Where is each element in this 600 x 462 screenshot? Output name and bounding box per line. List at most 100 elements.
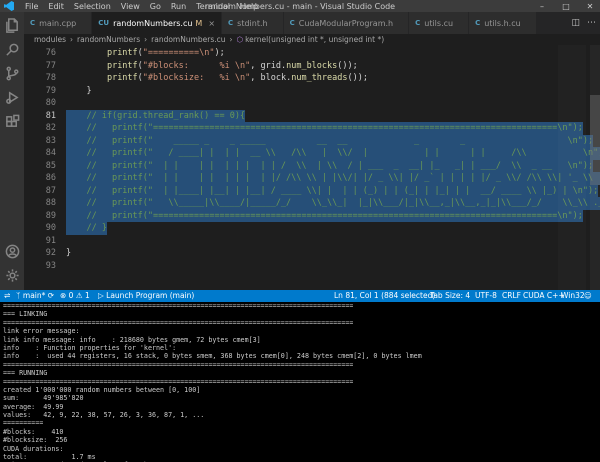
close-tab-icon[interactable]: ×	[208, 19, 215, 28]
breadcrumb-item[interactable]: randomNumbers.cu	[151, 35, 225, 44]
breadcrumb-item[interactable]: randomNumbers	[77, 35, 140, 44]
menu-run[interactable]: Run	[166, 2, 191, 11]
error-count: 0	[68, 291, 74, 300]
end-of-line[interactable]: CRLF	[502, 290, 521, 302]
code-line[interactable]: 80	[24, 97, 600, 110]
title-bar: File Edit Selection View Go Run Terminal Help r…	[0, 0, 600, 12]
tab-cudamodularprogram-h[interactable]: C CudaModularProgram.h	[283, 12, 410, 34]
menu-help[interactable]: Help	[235, 2, 263, 11]
code-line[interactable]: 76 printf("==========\n");	[24, 47, 600, 60]
settings-gear-icon[interactable]	[0, 264, 24, 286]
code-text: // printf(" | | | | | | | | | / \\ | \\ …	[66, 159, 594, 172]
code-line[interactable]: 90 // }	[24, 222, 600, 235]
source-control-icon[interactable]	[0, 62, 24, 84]
breadcrumb: modules › randomNumbers › randomNumbers.cu › ⬡…	[24, 34, 600, 45]
code-line[interactable]: 79 }	[24, 85, 600, 98]
terminal-line: #blocksize: 256	[3, 436, 68, 445]
line-number: 77	[45, 60, 56, 71]
language-mode[interactable]: CUDA C++	[523, 290, 565, 302]
breadcrumb-item[interactable]: modules	[34, 35, 66, 44]
terminal-line: CUDA durations:	[3, 444, 64, 453]
code-text: // printf(" | | | | | | | | |/ /\\ \\ | …	[66, 172, 600, 185]
line-number: 81	[45, 110, 56, 121]
code-line[interactable]: 92}	[24, 247, 600, 260]
line-number: 93	[45, 260, 56, 271]
file-type-icon: CU	[98, 19, 110, 27]
editor-scrollbar-thumb[interactable]	[590, 95, 600, 185]
terminal-line: #blocks: 410	[3, 427, 64, 436]
code-line[interactable]: 86 // printf(" | | | | | | | | |/ /\\ \\…	[24, 172, 600, 185]
file-type-icon: C	[30, 19, 36, 27]
code-text: }	[66, 248, 72, 258]
code-text: // printf("=============================…	[66, 209, 583, 222]
menu-terminal[interactable]: Terminal	[191, 2, 235, 11]
code-text: // printf(" _____ _ _ _____ __ __ _ _ \n…	[66, 134, 594, 147]
tab-utils-h-cu[interactable]: Cutils.h.cu	[469, 12, 537, 34]
menu-view[interactable]: View	[116, 2, 145, 11]
more-actions-icon[interactable]: ⋯	[587, 18, 596, 28]
code-line[interactable]: 91	[24, 235, 600, 248]
code-line[interactable]: 78 printf("#blocksize: %i \n", block.num…	[24, 72, 600, 85]
line-number: 89	[45, 210, 56, 221]
problems-status[interactable]: ⊗ 0 ⚠ 1	[60, 290, 90, 302]
extensions-icon[interactable]	[0, 110, 24, 132]
menu-go[interactable]: Go	[145, 2, 166, 11]
tab-stdint-h[interactable]: Cstdint.h	[222, 12, 284, 34]
code-text: // printf(" \\_____|\\____/|_____/_/ \\_…	[66, 197, 600, 210]
maximize-icon[interactable]: □	[554, 0, 578, 12]
explorer-icon[interactable]	[0, 14, 24, 36]
tab-size[interactable]: Tab Size: 4	[430, 290, 470, 302]
code-line[interactable]: 77 printf("#blocks: %i \n", grid.num_blo…	[24, 60, 600, 73]
cursor-position[interactable]: Ln 81, Col 1 (884 selected)	[334, 290, 435, 302]
tab-randomnumbers-cu[interactable]: CU randomNumbers.cu M ×	[92, 12, 223, 34]
run-debug-icon[interactable]	[0, 86, 24, 108]
code-text: printf("#blocks: %i \n", grid.num_blocks…	[106, 60, 358, 71]
line-number: 79	[45, 85, 56, 96]
split-editor-icon[interactable]: ◫	[571, 18, 580, 28]
code-line[interactable]: 82 // printf("==========================…	[24, 122, 600, 135]
code-line[interactable]: 88 // printf(" \\_____|\\____/|_____/_/ …	[24, 197, 600, 210]
code-line[interactable]: 85 // printf(" | | | | | | | | | / \\ | …	[24, 159, 600, 172]
file-type-icon: C	[415, 19, 421, 27]
platform[interactable]: Win32	[561, 290, 585, 302]
code-text: // printf("=============================…	[66, 122, 583, 135]
code-line[interactable]: 93	[24, 260, 600, 273]
tab-label: main.cpp	[39, 18, 77, 28]
launch-program-button[interactable]: ▷ Launch Program (main)	[98, 290, 194, 302]
code-line[interactable]: 89 // printf("==========================…	[24, 209, 600, 222]
tab-utils-cu[interactable]: Cutils.cu	[409, 12, 470, 34]
menu-file[interactable]: File	[20, 2, 43, 11]
terminal-line: === LINKING	[3, 310, 48, 319]
breadcrumb-separator-icon: ›	[144, 35, 148, 44]
code-line[interactable]: 87 // printf(" | |____| |__| | |__| / __…	[24, 184, 600, 197]
tab-label: utils.h.cu	[484, 18, 521, 28]
tab-label: randomNumbers.cu	[113, 18, 193, 28]
remote-icon[interactable]: ⇌	[4, 290, 10, 302]
breadcrumb-item[interactable]: kernel(unsigned int *, unsigned int *)	[245, 35, 384, 44]
terminal-panel[interactable]: ========================================…	[0, 302, 600, 462]
menu-selection[interactable]: Selection	[69, 2, 116, 11]
search-icon[interactable]	[0, 38, 24, 60]
close-window-icon[interactable]: ✕	[578, 0, 600, 12]
encoding[interactable]: UTF-8	[475, 290, 497, 302]
menu-edit[interactable]: Edit	[43, 2, 69, 11]
minimap[interactable]	[558, 45, 586, 290]
code-editor[interactable]: 93 92} 91 90 // } 89 // printf("============…	[24, 45, 600, 290]
terminal-line: ========================================…	[3, 318, 354, 327]
branch-status[interactable]: ᛉ main* ⟳	[16, 290, 54, 302]
account-icon[interactable]	[0, 240, 24, 262]
function-symbol-icon: ⬡	[236, 35, 244, 44]
editor-scrollbar[interactable]	[590, 45, 600, 290]
line-number: 82	[45, 123, 56, 133]
code-line[interactable]: 84 // printf(" / ____| | | | __ \\ /\\ |…	[24, 147, 600, 160]
tab-main-cpp[interactable]: Cmain.cpp	[24, 12, 93, 34]
line-number: 91	[45, 235, 56, 246]
code-line[interactable]: 83 // printf(" _____ _ _ _____ __ __ _ _…	[24, 134, 600, 147]
code-line[interactable]: 81 // if(grid.thread_rank() == 0){	[24, 109, 600, 122]
line-number: 85	[45, 160, 56, 171]
minimize-icon[interactable]: –	[530, 0, 554, 12]
activity-bar	[0, 12, 24, 290]
feedback-icon[interactable]: ☺	[584, 290, 592, 302]
code-text: printf("==========\n");	[106, 48, 225, 58]
modified-indicator: M	[195, 18, 203, 28]
